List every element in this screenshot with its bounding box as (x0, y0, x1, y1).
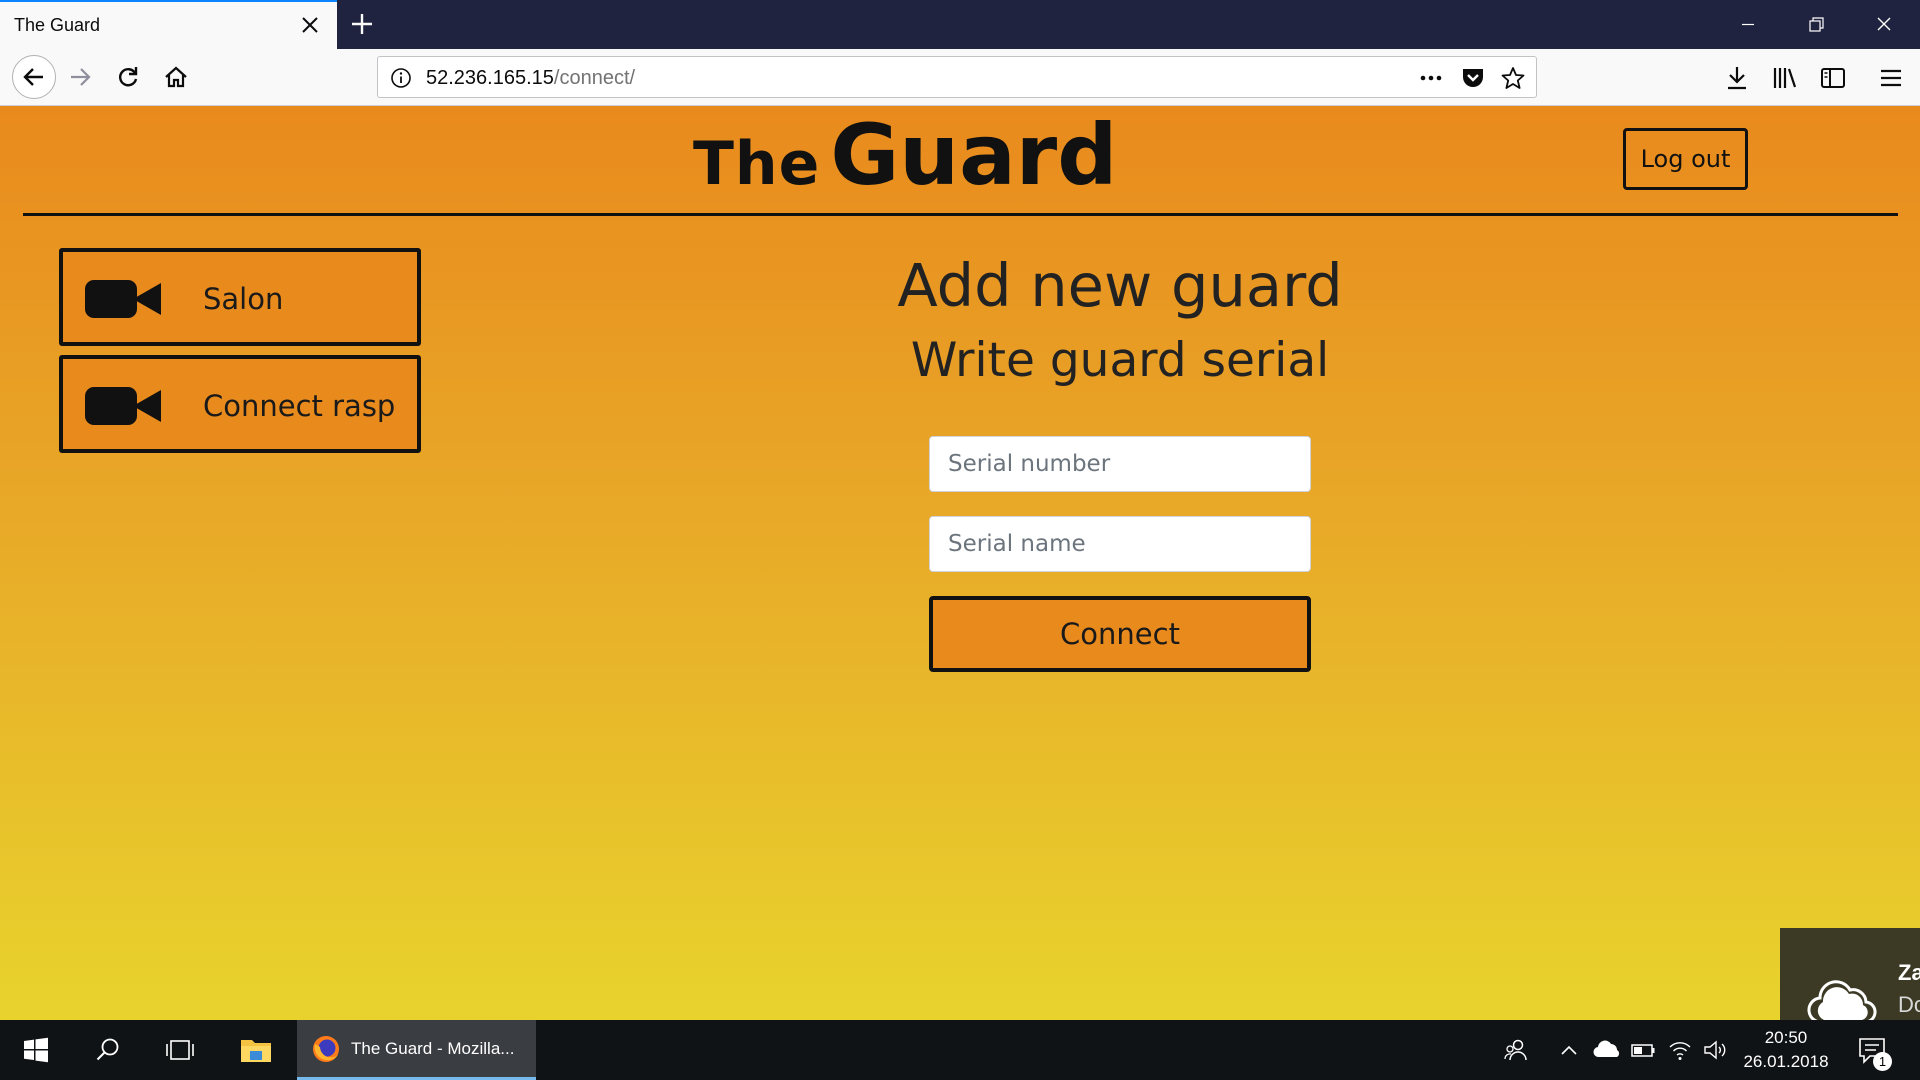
video-camera-icon (85, 387, 161, 425)
taskbar-firefox-window[interactable]: The Guard - Mozilla... (297, 1020, 536, 1080)
sidebar-toggle-icon[interactable] (1818, 63, 1848, 93)
home-button[interactable] (156, 57, 196, 97)
page-subtitle: Write guard serial (910, 333, 1330, 388)
info-icon[interactable] (390, 67, 412, 89)
task-view-icon (166, 1040, 194, 1060)
notification-count-badge: 1 (1873, 1052, 1892, 1071)
file-explorer-button[interactable] (220, 1020, 292, 1080)
wifi-icon[interactable] (1667, 1037, 1693, 1063)
main-panel: Add new guard Write guard serial (700, 246, 1540, 396)
windows-logo-icon (24, 1037, 48, 1063)
logo-word-guard: Guard (830, 106, 1118, 204)
window-minimize-icon[interactable] (1714, 0, 1782, 49)
url-path: /connect/ (553, 67, 636, 89)
firefox-icon (313, 1035, 339, 1062)
window-restore-icon[interactable] (1782, 0, 1850, 49)
page-content: The Guard Log out Salon Connect rasp Add … (0, 106, 1920, 1020)
hamburger-menu-icon[interactable] (1876, 63, 1906, 93)
bookmark-star-icon[interactable] (1500, 66, 1526, 90)
sidebar-item-label: Salon (203, 282, 284, 316)
search-icon (96, 1038, 119, 1061)
address-bar[interactable]: 52.236.165.15/connect/ (377, 56, 1537, 98)
tab-close-icon[interactable] (299, 14, 321, 36)
download-icon[interactable] (1722, 63, 1752, 93)
clock-date: 26.01.2018 (1743, 1052, 1829, 1071)
serial-number-input[interactable] (929, 436, 1311, 492)
start-button[interactable] (0, 1020, 72, 1080)
header-divider (23, 213, 1898, 216)
folder-icon (241, 1040, 271, 1062)
clock-time: 20:50 (1764, 1028, 1808, 1047)
pocket-icon[interactable] (1460, 66, 1486, 90)
page-title: Add new guard (897, 251, 1343, 320)
logo-word-the: The (693, 129, 821, 199)
battery-icon[interactable] (1630, 1037, 1656, 1063)
serial-name-input[interactable] (929, 516, 1311, 572)
connect-button[interactable]: Connect (929, 596, 1311, 672)
forward-button[interactable] (60, 57, 100, 97)
toast-title: Za (1898, 960, 1920, 985)
sidebar-item-salon[interactable]: Salon (59, 248, 421, 346)
sidebar-item-label: Connect rasp (203, 389, 396, 423)
onedrive-cloud-icon[interactable] (1592, 1037, 1622, 1063)
windows-taskbar: The Guard - Mozilla... 20:50 26.01.2018 … (0, 1020, 1920, 1080)
url-host: 52.236.165.15 (426, 67, 554, 89)
home-icon (165, 66, 187, 88)
task-view-button[interactable] (144, 1020, 216, 1080)
browser-nav-bar: 52.236.165.15/connect/ (0, 49, 1920, 106)
video-camera-icon (85, 280, 161, 318)
device-sidebar: Salon Connect rasp (59, 248, 421, 462)
tab-title: The Guard (14, 15, 101, 35)
site-logo[interactable]: The Guard (693, 106, 1117, 206)
library-icon[interactable] (1770, 63, 1800, 93)
system-clock[interactable]: 20:50 26.01.2018 (1736, 1026, 1836, 1074)
url-text[interactable]: 52.236.165.15/connect/ (426, 67, 635, 90)
new-tab-icon[interactable] (348, 10, 376, 38)
back-button[interactable] (12, 55, 56, 99)
more-actions-icon[interactable] (1418, 66, 1444, 90)
browser-tab-bar: The Guard (0, 0, 1920, 49)
browser-tab[interactable]: The Guard (0, 0, 337, 49)
taskbar-window-label: The Guard - Mozilla... (351, 1038, 515, 1058)
cloud-icon (1807, 980, 1877, 1020)
sidebar-item-connect-rasp[interactable]: Connect rasp (59, 355, 421, 453)
toast-body-line: Do (1898, 992, 1920, 1017)
logout-button[interactable]: Log out (1623, 128, 1748, 190)
volume-icon[interactable] (1702, 1037, 1728, 1063)
reload-icon (119, 67, 138, 87)
onedrive-notification-toast[interactable]: Za Do Or Or (1780, 928, 1920, 1020)
search-button[interactable] (72, 1020, 144, 1080)
people-icon[interactable] (1503, 1037, 1529, 1063)
arrow-left-icon (23, 68, 43, 86)
reload-button[interactable] (108, 57, 148, 97)
arrow-right-icon (71, 68, 91, 86)
chevron-up-icon[interactable] (1556, 1037, 1582, 1063)
site-header: The Guard Log out (0, 106, 1920, 216)
window-close-icon[interactable] (1850, 0, 1918, 49)
